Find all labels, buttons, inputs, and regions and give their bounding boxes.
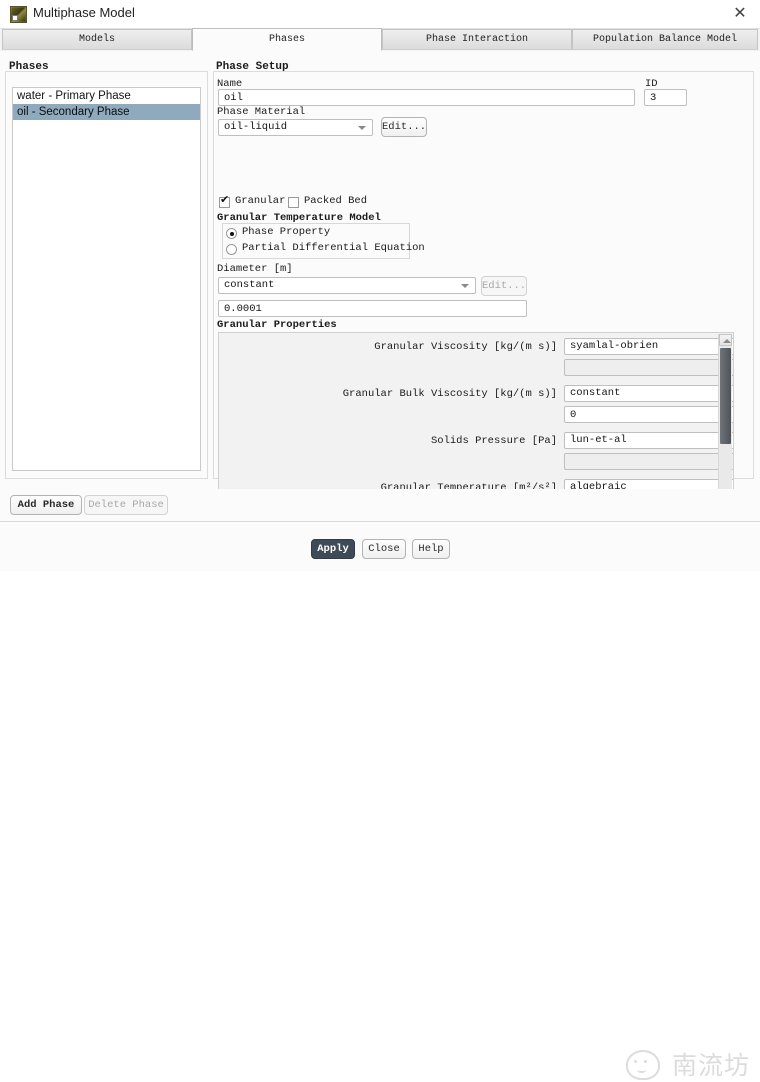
delete-phase-button[interactable]: Delete Phase xyxy=(84,495,168,515)
packed-bed-label: Packed Bed xyxy=(304,195,368,207)
footer-bar: Apply Close Help 南流坊 xyxy=(0,522,760,1080)
close-button[interactable]: Close xyxy=(362,539,406,559)
phase-buttons-bar: Add Phase Delete Phase xyxy=(0,489,760,522)
add-phase-button[interactable]: Add Phase xyxy=(10,495,82,515)
tab-phases[interactable]: Phases xyxy=(192,28,382,51)
tab-phase-interaction[interactable]: Phase Interaction xyxy=(382,29,572,50)
granular-properties-label: Granular Properties xyxy=(217,319,337,331)
scroll-up-icon[interactable] xyxy=(719,334,732,346)
list-item[interactable]: water - Primary Phase xyxy=(13,88,200,104)
property-method-select[interactable]: constant xyxy=(564,385,733,402)
granular-label: Granular xyxy=(235,195,286,207)
property-value-input[interactable] xyxy=(564,453,733,470)
chevron-down-icon xyxy=(461,283,469,288)
diameter-method-value: constant xyxy=(224,279,275,291)
radio-box xyxy=(226,228,237,239)
phase-material-label: Phase Material xyxy=(217,106,306,118)
diameter-value-input[interactable]: 0.0001 xyxy=(218,300,527,317)
help-button[interactable]: Help xyxy=(412,539,450,559)
radio-label: Partial Differential Equation xyxy=(242,242,425,254)
checkbox-box xyxy=(219,195,230,208)
id-input[interactable]: 3 xyxy=(644,89,687,106)
apply-button[interactable]: Apply xyxy=(311,539,355,559)
checkbox-box xyxy=(288,197,299,208)
radio-box xyxy=(226,244,237,255)
tab-population-balance-model[interactable]: Population Balance Model xyxy=(572,29,758,50)
property-label: Granular Viscosity [kg/(m s)] xyxy=(374,341,557,353)
phases-list[interactable]: water - Primary Phase oil - Secondary Ph… xyxy=(12,87,201,471)
diameter-label: Diameter [m] xyxy=(217,263,293,275)
title-bar: Multiphase Model ✕ xyxy=(0,0,760,29)
property-value-input[interactable] xyxy=(564,359,733,376)
phase-material-value: oil-liquid xyxy=(224,121,288,133)
app-icon xyxy=(10,6,27,23)
tab-bar: Models Phases Phase Interaction Populati… xyxy=(0,28,760,52)
list-item[interactable]: oil - Secondary Phase xyxy=(13,104,200,120)
diameter-method-select[interactable]: constant xyxy=(218,277,476,294)
property-method-select[interactable]: syamlal-obrien xyxy=(564,338,733,355)
property-method-value: lun-et-al xyxy=(570,434,627,446)
property-value-input[interactable]: 0 xyxy=(564,406,733,423)
window-title: Multiphase Model xyxy=(33,5,135,20)
watermark-face-icon xyxy=(625,1050,660,1080)
phase-material-edit-button[interactable]: Edit... xyxy=(381,117,427,137)
diameter-edit-button[interactable]: Edit... xyxy=(481,276,527,296)
property-label: Solids Pressure [Pa] xyxy=(430,435,557,447)
close-icon[interactable]: ✕ xyxy=(728,3,752,25)
dialog-content: Phases water - Primary Phase oil - Secon… xyxy=(0,51,760,535)
chevron-down-icon xyxy=(358,125,366,130)
watermark-text: 南流坊 xyxy=(671,1052,750,1080)
scrollbar-thumb[interactable] xyxy=(720,348,731,444)
property-method-value: syamlal-obrien xyxy=(570,340,659,352)
property-method-select[interactable]: lun-et-al xyxy=(564,432,733,449)
radio-label: Phase Property xyxy=(242,226,331,238)
property-method-value: constant xyxy=(570,387,621,399)
phase-material-select[interactable]: oil-liquid xyxy=(218,119,373,136)
property-label: Granular Bulk Viscosity [kg/(m s)] xyxy=(342,388,557,400)
name-input[interactable]: oil xyxy=(218,89,635,106)
tab-models[interactable]: Models xyxy=(2,29,192,50)
watermark: 南流坊 xyxy=(625,1046,750,1080)
